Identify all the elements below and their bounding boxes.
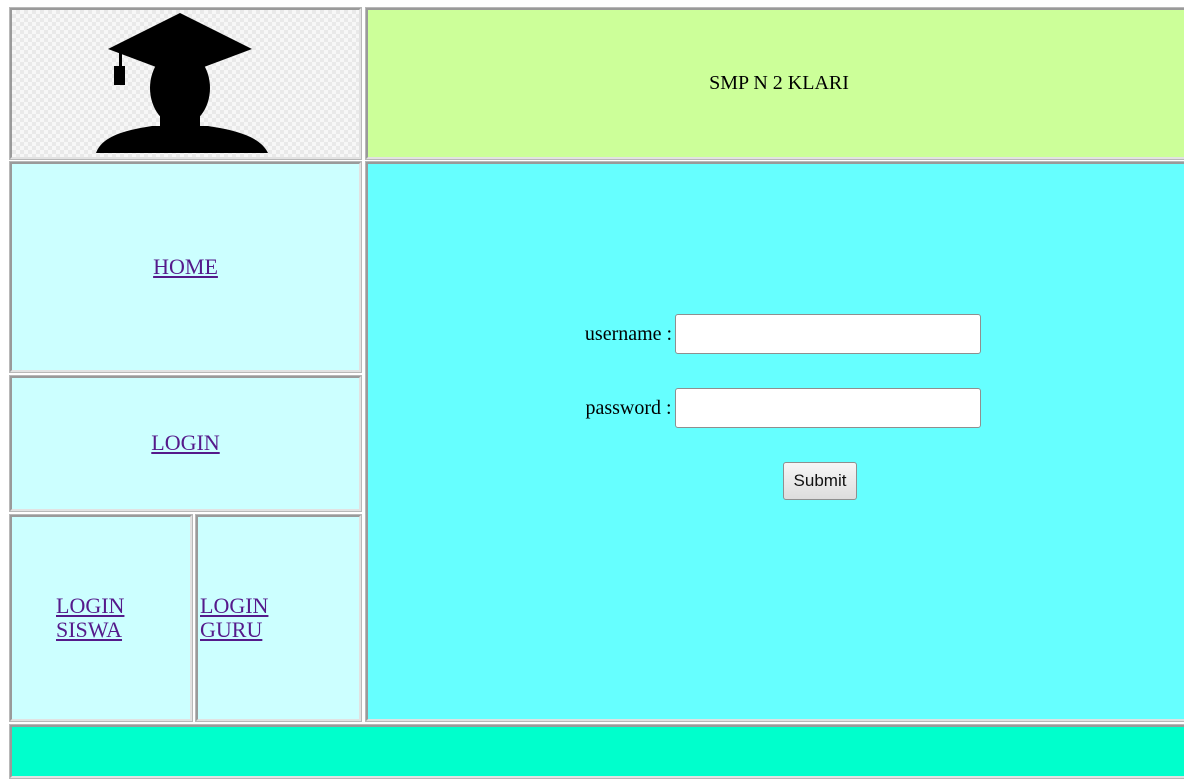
password-row: password : — [368, 388, 1184, 428]
login-link[interactable]: LOGIN — [151, 431, 219, 455]
login-guru-link[interactable]: LOGIN GURU — [200, 593, 290, 642]
login-form: username : password : Submit — [368, 164, 1184, 723]
logo-cell — [9, 7, 362, 160]
password-label: password : — [585, 396, 672, 419]
username-input[interactable] — [675, 314, 982, 354]
menu-cell-login: LOGIN — [9, 375, 362, 512]
submit-row: Submit — [368, 462, 1184, 500]
menu-cell-login-guru: LOGIN GURU — [195, 514, 362, 722]
login-siswa-link[interactable]: LOGIN SISWA — [56, 593, 146, 642]
content-cell: username : password : Submit — [365, 161, 1184, 723]
menu-cell-login-siswa: LOGIN SISWA — [9, 514, 193, 722]
footer-cell — [9, 724, 1184, 779]
password-input[interactable] — [674, 388, 981, 428]
header-cell: SMP N 2 KLARI — [365, 7, 1184, 160]
home-link[interactable]: HOME — [153, 254, 218, 279]
graduate-silhouette-icon — [96, 13, 268, 153]
site-title: SMP N 2 KLARI — [709, 72, 849, 94]
submit-button[interactable]: Submit — [782, 462, 858, 500]
username-row: username : — [368, 314, 1184, 354]
username-label: username : — [584, 322, 673, 345]
menu-cell-home: HOME — [9, 161, 362, 373]
